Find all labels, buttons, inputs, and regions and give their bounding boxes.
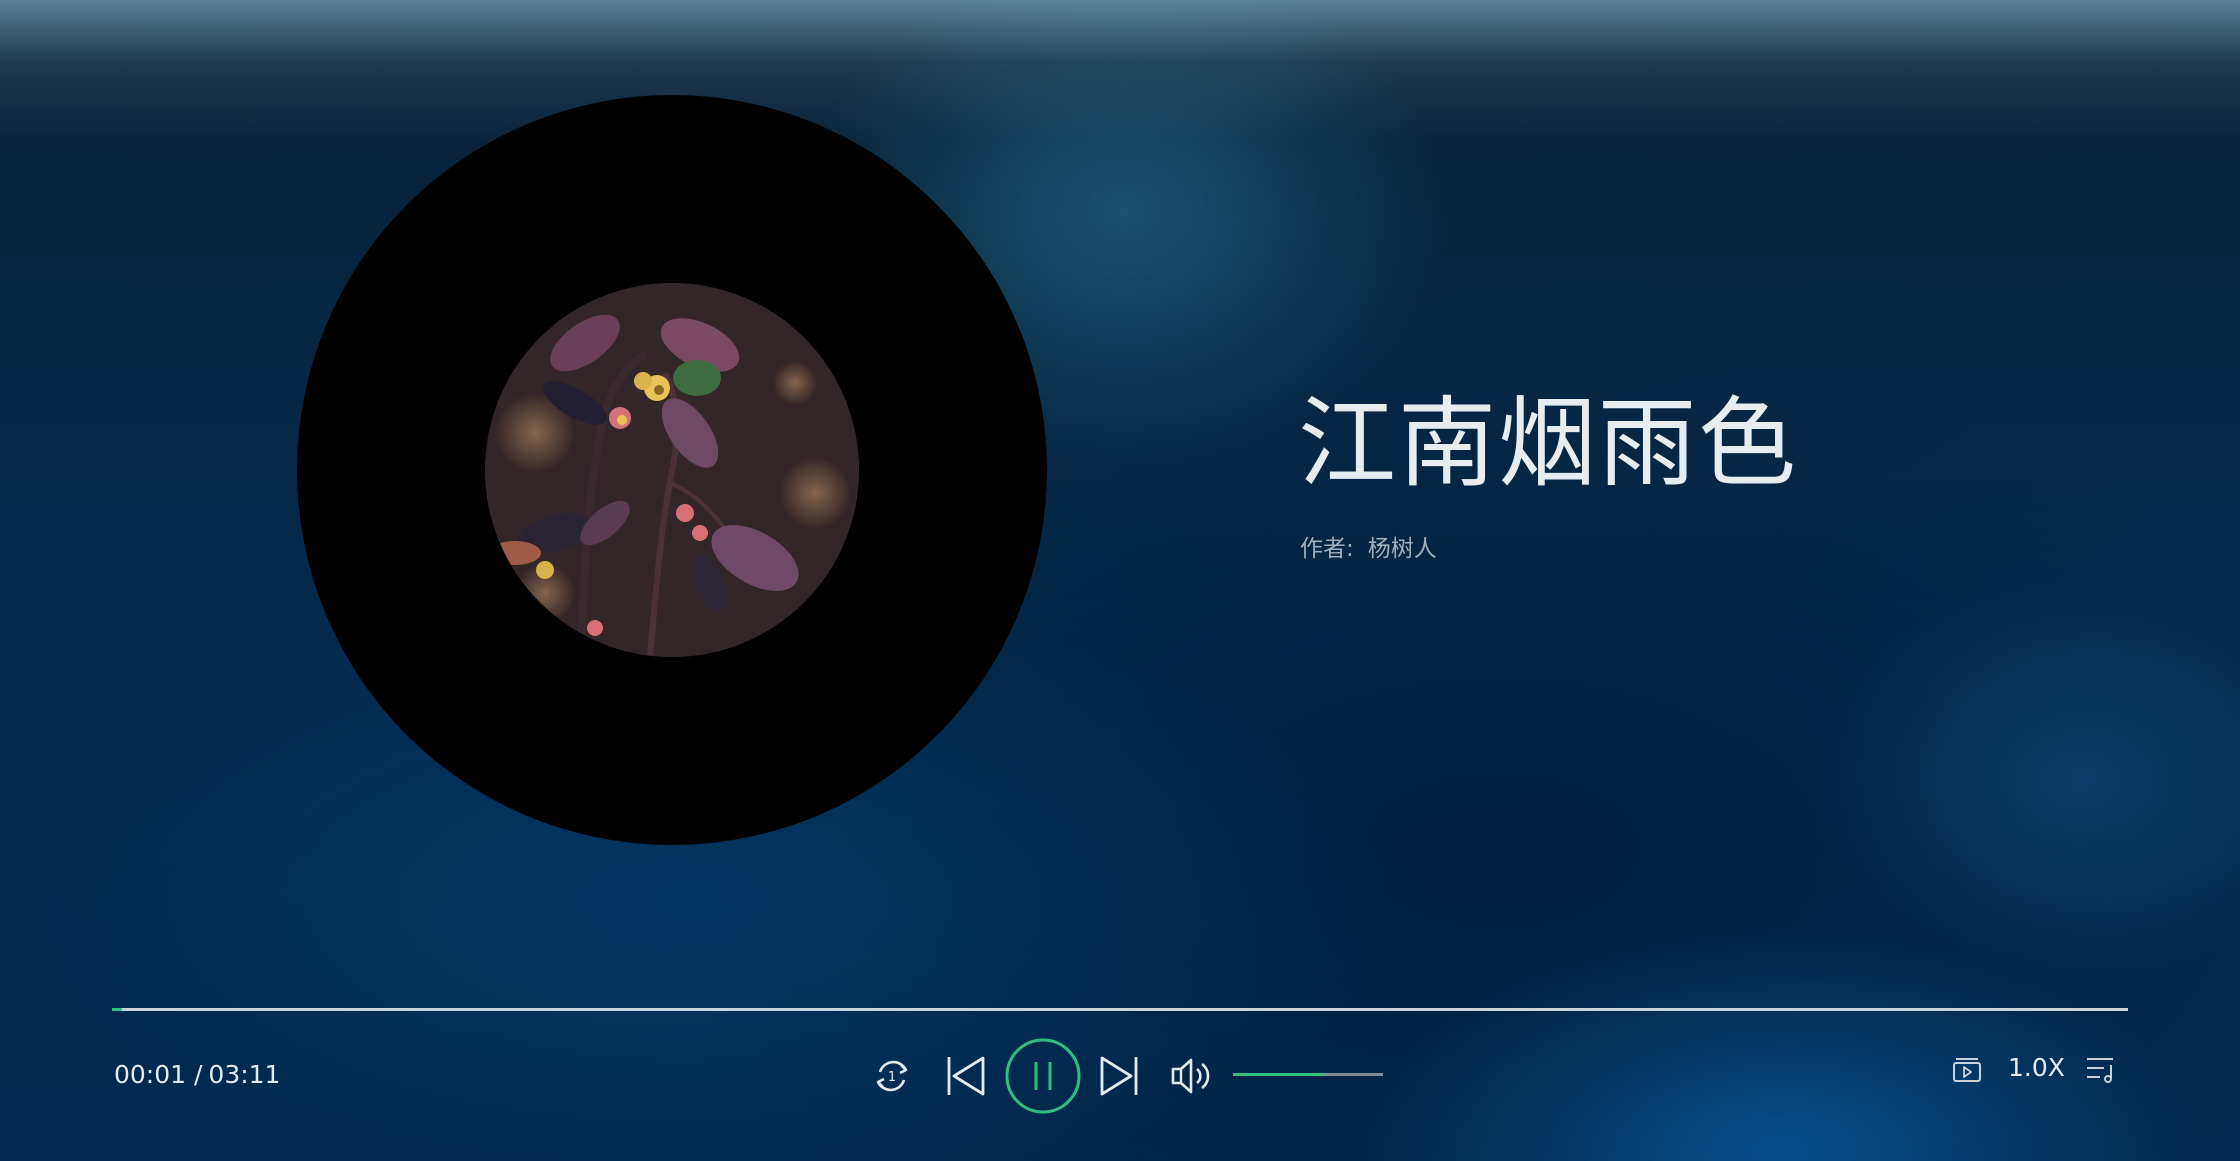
volume-slider[interactable] [1233,1073,1383,1076]
song-title: 江南烟雨色 [1298,387,1799,501]
progress-bar[interactable] [112,1008,2128,1011]
music-player: 江南烟雨色 作者: 杨树人 00:01 /03:11 1 1.0X [0,0,2240,1161]
skip-next-icon [1100,1056,1138,1096]
volume-slider-fill [1233,1073,1323,1076]
previous-button[interactable] [943,1050,989,1102]
playlist-icon [2087,1058,2113,1083]
repeat-button[interactable]: 1 [866,1050,918,1102]
volume-icon [1171,1058,1210,1094]
artist-name: 杨树人 [1367,536,1437,562]
volume-button[interactable] [1168,1050,1216,1102]
artist-info: 作者: 杨树人 [1300,529,1437,563]
time-display: 00:01 /03:11 [112,1060,280,1089]
skip-previous-icon [947,1056,985,1096]
top-gradient-overlay [0,0,2240,140]
album-cover [485,283,859,657]
total-duration: 03:11 [208,1060,281,1089]
artist-label: 作者: [1300,536,1354,562]
next-button[interactable] [1096,1050,1142,1102]
play-pause-button[interactable] [1004,1037,1082,1115]
video-icon [1953,1058,1981,1082]
vinyl-disc [297,95,1047,845]
album-art-image [485,283,859,657]
current-time: 00:01 / [114,1060,203,1089]
repeat-badge: 1 [888,1070,896,1085]
pause-icon [1005,1038,1081,1114]
video-button[interactable] [1950,1053,1984,1087]
repeat-one-icon: 1 [876,1060,908,1092]
playlist-button[interactable] [2083,1053,2117,1087]
playback-speed-button[interactable]: 1.0X [2008,1053,2065,1082]
progress-bar-fill [112,1008,123,1011]
